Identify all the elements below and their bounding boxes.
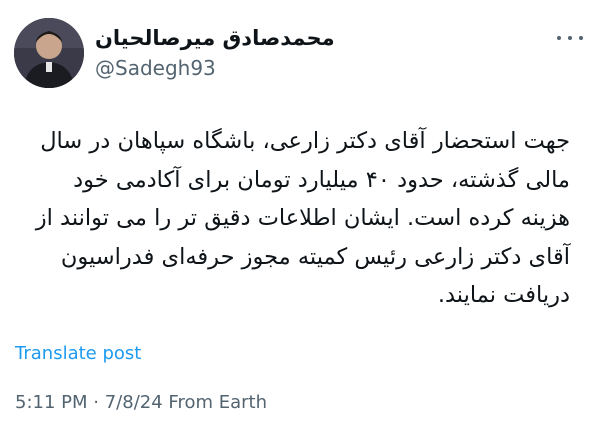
display-name[interactable]: محمدصادق میرصالحیان xyxy=(95,26,335,50)
more-horizontal-icon[interactable] xyxy=(557,30,583,46)
post-metadata: 5:11 PM · 7/8/24 From Earth xyxy=(15,392,267,413)
tweet-line: آقای دکتر زارعی رئیس کمیته مجوز حرفه‌ای … xyxy=(60,243,570,270)
post-time[interactable]: 5:11 PM xyxy=(15,392,88,413)
avatar[interactable] xyxy=(14,18,84,88)
tweet-header: محمدصادق میرصالحیان @Sadegh93 xyxy=(0,0,600,100)
tweet-line: جهت استحضار آقای دکتر زارعی، باشگاه سپاه… xyxy=(40,128,570,154)
user-handle[interactable]: @Sadegh93 xyxy=(95,56,216,80)
tweet-line: مالی گذشته، حدود ۴۰ میلیارد تومان برای آ… xyxy=(73,166,570,193)
meta-separator: · xyxy=(93,392,99,413)
tweet-text: جهت استحضار آقای دکتر زارعی، باشگاه سپاه… xyxy=(30,122,570,315)
tweet-line: دریافت نمایند. xyxy=(437,282,570,308)
translate-post-link[interactable]: Translate post xyxy=(15,343,141,364)
profile-photo xyxy=(14,18,84,88)
post-date[interactable]: 7/8/24 xyxy=(105,392,163,413)
post-source: From Earth xyxy=(168,392,267,413)
tweet-line: هزینه کرده است. ایشان اطلاعات دقیق تر را… xyxy=(35,205,570,231)
